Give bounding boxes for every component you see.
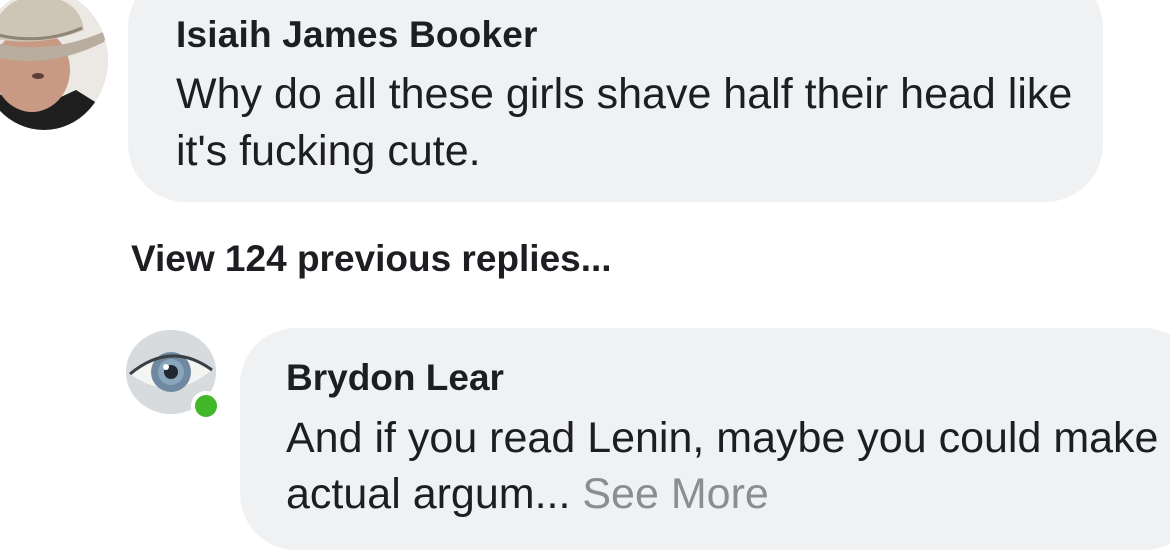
comment-text: Why do all these girls shave half their … <box>176 70 1073 175</box>
online-status-icon <box>191 391 221 421</box>
avatar[interactable] <box>0 0 108 130</box>
comment-author[interactable]: Isiaih James Booker <box>176 14 538 56</box>
view-previous-replies-link[interactable]: View 124 previous replies... <box>131 238 612 280</box>
reply-text: And if you read Lenin, maybe you could m… <box>286 410 1166 522</box>
reply-author[interactable]: Brydon Lear <box>286 357 504 399</box>
comment-thread: Isiaih James Booker Why do all these gir… <box>0 0 1170 559</box>
see-more-link[interactable]: See More <box>582 470 768 518</box>
